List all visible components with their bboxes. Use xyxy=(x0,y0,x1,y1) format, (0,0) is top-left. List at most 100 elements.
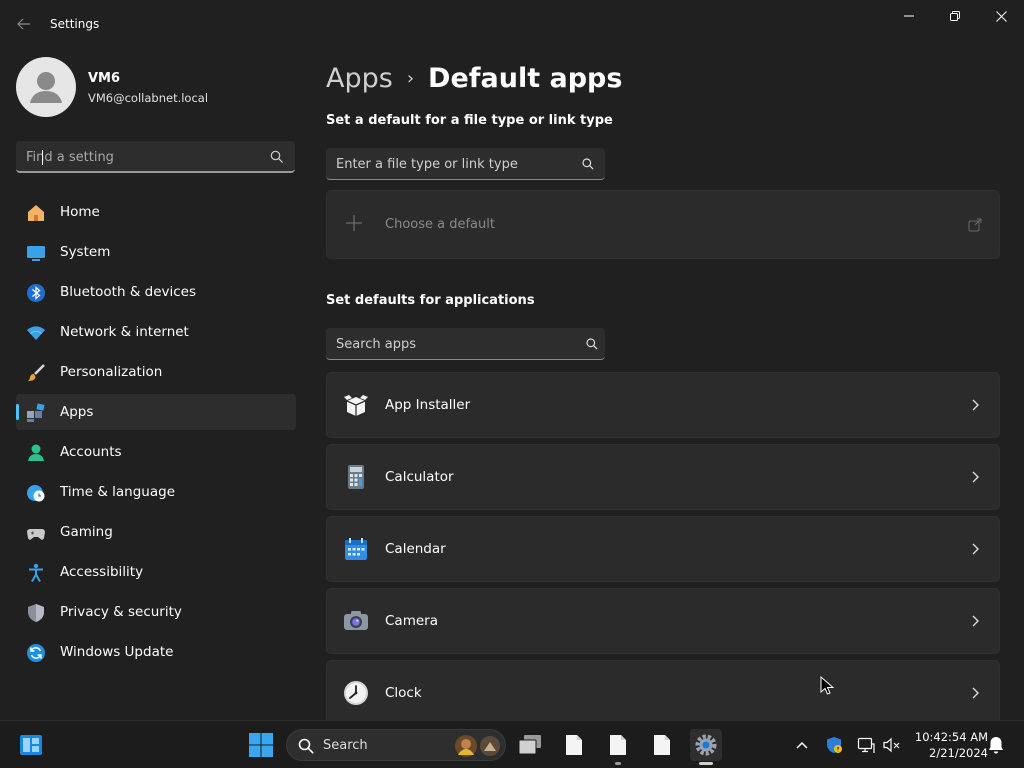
search-icon[interactable] xyxy=(581,157,595,171)
sidebar-item-time-language[interactable]: Time & language xyxy=(16,474,296,510)
clock-icon xyxy=(344,681,368,705)
taskbar-file-1[interactable] xyxy=(558,729,590,761)
taskbar-task-view[interactable] xyxy=(514,729,546,761)
choose-default-card: Choose a default xyxy=(326,190,1000,259)
app-name: Calculator xyxy=(385,469,454,485)
camera-icon xyxy=(344,611,368,630)
sidebar-item-system[interactable]: System xyxy=(16,234,296,270)
chevron-right-icon xyxy=(972,471,979,483)
search-icon xyxy=(298,738,314,754)
app-title: Settings xyxy=(50,17,100,31)
taskbar-file-3[interactable] xyxy=(646,729,678,761)
mouse-cursor-icon xyxy=(820,676,834,695)
minimize-icon xyxy=(904,15,914,17)
sidebar-item-network[interactable]: Network & internet xyxy=(16,314,296,350)
sidebar-nav: Home System Bluetooth & devices Network … xyxy=(16,194,296,674)
app-row-clock[interactable]: Clock xyxy=(326,660,1000,726)
system-icon xyxy=(27,246,45,261)
start-button-icon[interactable] xyxy=(248,732,274,758)
wifi-icon xyxy=(27,326,45,340)
open-external-icon xyxy=(968,218,982,232)
app-name: App Installer xyxy=(385,397,471,413)
sidebar-item-privacy-security[interactable]: Privacy & security xyxy=(16,594,296,630)
user-name: VM6 xyxy=(88,71,121,86)
applications-section-title: Set defaults for applications xyxy=(326,293,535,308)
sidebar-item-personalization[interactable]: Personalization xyxy=(16,354,296,390)
apps-search-box[interactable] xyxy=(326,328,605,360)
update-icon xyxy=(27,644,45,662)
search-icon[interactable] xyxy=(269,149,285,165)
settings-window: Settings VM6 VM6@collabnet.local Home Sy… xyxy=(0,0,1024,726)
volume-muted-icon xyxy=(883,737,900,753)
app-row-calculator[interactable]: Calculator xyxy=(326,444,1000,510)
file-type-search-box[interactable] xyxy=(326,148,605,180)
chevron-right-icon xyxy=(972,687,979,699)
gear-icon xyxy=(695,734,717,756)
sidebar-item-label: System xyxy=(60,244,111,260)
taskbar-file-2[interactable] xyxy=(602,729,634,765)
shield-icon xyxy=(28,604,44,622)
chevron-right-icon xyxy=(972,399,979,411)
taskbar-settings[interactable] xyxy=(690,729,722,765)
sidebar-item-bluetooth[interactable]: Bluetooth & devices xyxy=(16,274,296,310)
search-highlight-icon xyxy=(455,735,500,757)
search-icon[interactable] xyxy=(585,337,599,351)
document-icon xyxy=(566,735,582,755)
sidebar-item-label: Privacy & security xyxy=(60,604,182,620)
gamepad-icon xyxy=(27,529,45,540)
sidebar-item-label: Windows Update xyxy=(60,644,174,660)
sidebar-item-accessibility[interactable]: Accessibility xyxy=(16,554,296,590)
text-caret xyxy=(42,150,43,165)
app-row-calendar[interactable]: Calendar xyxy=(326,516,1000,582)
file-type-search-input[interactable] xyxy=(336,155,566,173)
widgets-icon[interactable] xyxy=(18,732,44,758)
find-setting-input[interactable] xyxy=(26,147,256,167)
title-bar: Settings xyxy=(0,0,1024,48)
restore-button[interactable] xyxy=(932,0,978,32)
app-installer-icon xyxy=(344,395,368,416)
calculator-icon xyxy=(348,465,364,489)
app-row-app-installer[interactable]: App Installer xyxy=(326,372,1000,438)
taskbar-search[interactable]: Search xyxy=(286,729,506,761)
tray-volume[interactable] xyxy=(882,735,902,755)
chevron-up-icon xyxy=(796,741,808,749)
document-icon xyxy=(654,735,670,755)
chevron-right-icon xyxy=(972,615,979,627)
find-setting-box[interactable] xyxy=(16,141,295,173)
back-arrow-icon xyxy=(17,18,30,30)
tray-overflow-button[interactable] xyxy=(792,735,812,755)
page-title: Default apps xyxy=(428,62,623,94)
sidebar-item-home[interactable]: Home xyxy=(16,194,296,230)
sidebar-item-windows-update[interactable]: Windows Update xyxy=(16,634,296,670)
clock-time: 10:42:54 AM xyxy=(914,730,988,744)
sidebar-item-accounts[interactable]: Accounts xyxy=(16,434,296,470)
app-row-camera[interactable]: Camera xyxy=(326,588,1000,654)
choose-default-label: Choose a default xyxy=(385,217,495,232)
network-icon xyxy=(857,737,875,753)
tray-security[interactable] xyxy=(824,735,844,755)
apps-search-input[interactable] xyxy=(336,335,566,353)
apps-icon xyxy=(27,403,45,422)
breadcrumb-separator: › xyxy=(406,67,415,89)
clock-date: 2/21/2024 xyxy=(929,746,988,760)
task-view-icon xyxy=(518,735,541,755)
sidebar-item-label: Bluetooth & devices xyxy=(60,284,197,300)
breadcrumb-apps-link[interactable]: Apps xyxy=(326,63,393,94)
restore-icon xyxy=(950,11,960,21)
notification-bell-icon[interactable] xyxy=(986,735,1006,755)
sidebar-item-apps[interactable]: Apps xyxy=(16,394,296,430)
plus-icon xyxy=(346,215,362,231)
sidebar-item-gaming[interactable]: Gaming xyxy=(16,514,296,550)
app-name: Clock xyxy=(385,685,422,701)
sidebar-item-label: Accounts xyxy=(60,444,122,460)
back-button[interactable] xyxy=(10,10,38,38)
app-name: Calendar xyxy=(385,541,446,557)
tray-network[interactable] xyxy=(856,735,876,755)
minimize-button[interactable] xyxy=(886,0,932,32)
time-language-icon xyxy=(27,485,45,502)
accounts-icon xyxy=(28,444,44,461)
taskbar-clock[interactable]: 10:42:54 AM 2/21/2024 xyxy=(906,729,988,761)
close-button[interactable] xyxy=(978,0,1024,32)
sidebar-item-label: Time & language xyxy=(60,484,176,500)
user-profile[interactable]: VM6 VM6@collabnet.local xyxy=(16,57,296,117)
